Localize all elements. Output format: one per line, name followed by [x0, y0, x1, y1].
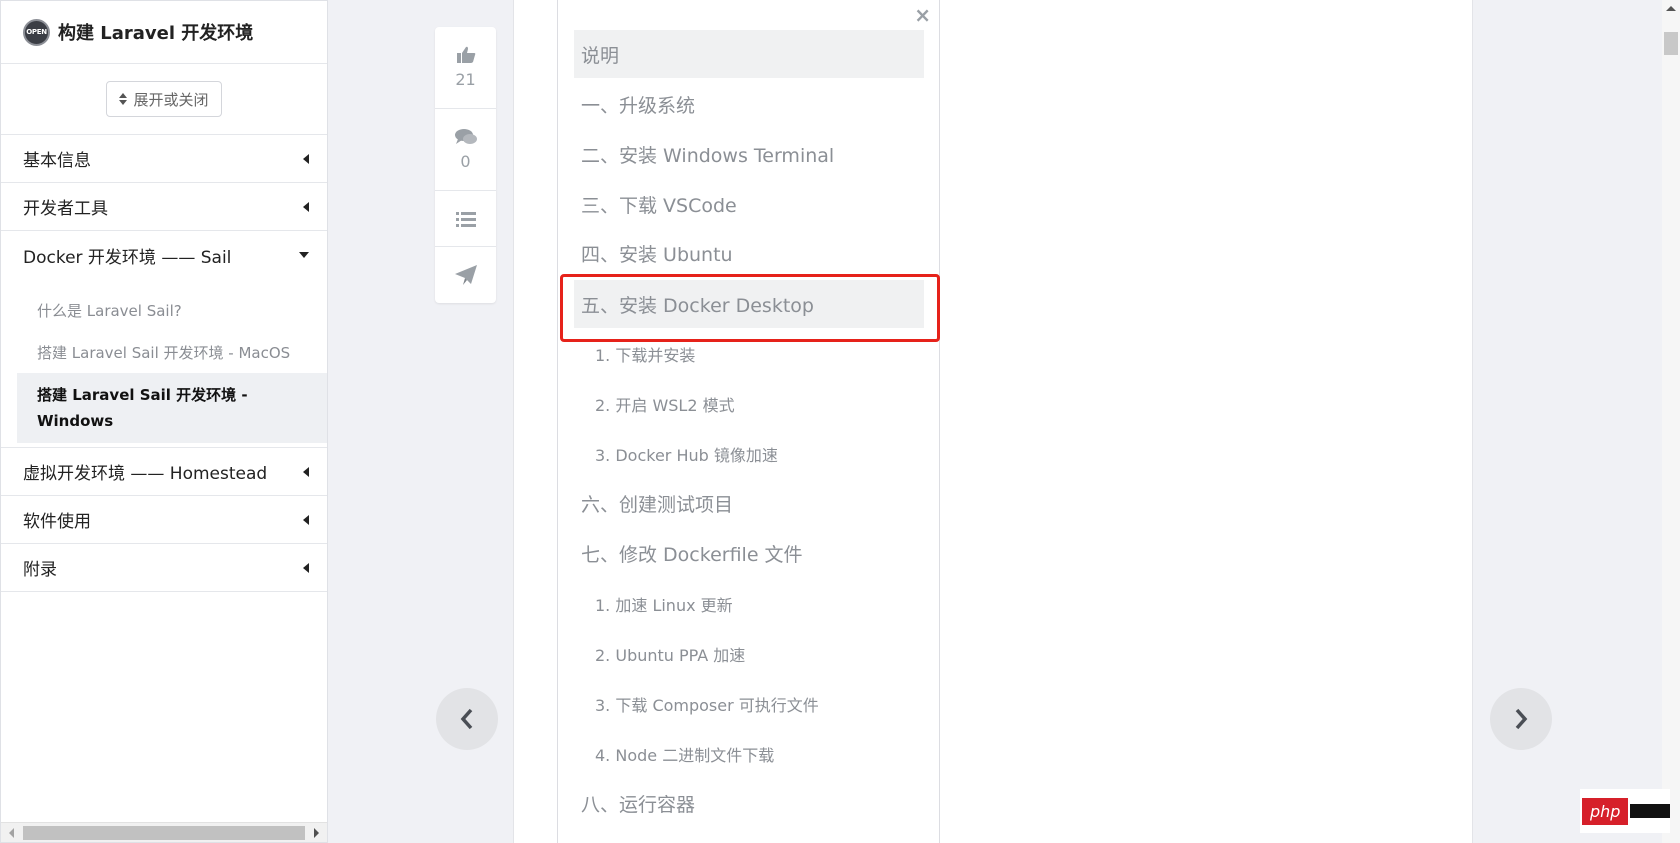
chevron-right-icon: [1515, 708, 1528, 730]
book-title[interactable]: 构建 Laravel 开发环境: [58, 19, 253, 45]
annotation-highlight-box: [560, 274, 940, 342]
toc-subitem[interactable]: 1. 加速 Linux 更新: [574, 584, 924, 624]
scroll-up-arrow-icon[interactable]: [1666, 6, 1676, 11]
article-action-bar: 21 0: [435, 27, 496, 303]
sidebar-subnav: 什么是 Laravel Sail? 搭建 Laravel Sail 开发环境 -…: [1, 289, 327, 448]
sidebar-item-homestead[interactable]: 虚拟开发环境 —— Homestead: [1, 448, 327, 496]
toc-item[interactable]: 说明: [574, 30, 924, 78]
sidebar-item-software[interactable]: 软件使用: [1, 496, 327, 544]
sidebar-subitem-what-is-sail[interactable]: 什么是 Laravel Sail?: [1, 289, 327, 331]
toc-item[interactable]: 六、创建测试项目: [574, 479, 924, 527]
scrollbar-thumb[interactable]: [1664, 32, 1678, 55]
toc-subitem[interactable]: 3. 下载 Composer 可执行文件: [574, 684, 924, 724]
php-logo: php: [1582, 797, 1629, 825]
sidebar-item-label: Docker 开发环境 —— Sail: [23, 247, 232, 268]
sidebar-item-label: 附录: [23, 560, 57, 580]
paper-plane-icon: [454, 265, 477, 285]
toc-item[interactable]: 三、下载 VSCode: [574, 180, 924, 228]
previous-page-button[interactable]: [436, 688, 498, 750]
chevron-left-icon: [460, 708, 473, 730]
sort-icon: [119, 93, 128, 105]
toc-subitem[interactable]: 4. Node 二进制文件下载: [574, 734, 924, 774]
table-of-contents-panel: × 说明 一、升级系统 二、安装 Windows Terminal 三、下载 V…: [557, 0, 940, 843]
toggle-wrap: 展开或关闭: [1, 64, 327, 135]
sidebar-subitem-sail-windows[interactable]: 搭建 Laravel Sail 开发环境 - Windows: [17, 373, 327, 443]
toc-item[interactable]: 二、安装 Windows Terminal: [574, 130, 924, 178]
close-icon[interactable]: ×: [914, 3, 931, 27]
caret-left-icon: [303, 466, 309, 477]
toc-item[interactable]: 八、运行容器: [574, 779, 924, 827]
thumbs-up-icon: [456, 46, 475, 63]
toc-button[interactable]: [435, 191, 496, 247]
caret-left-icon: [303, 153, 309, 164]
sidebar-item-label: 软件使用: [23, 512, 91, 532]
php-watermark: php: [1580, 789, 1670, 833]
comments-icon: [454, 129, 477, 144]
comment-count: 0: [460, 152, 471, 171]
like-count: 21: [455, 70, 476, 89]
logo-text: OPEN: [26, 28, 47, 36]
sidebar-subitem-sail-macos[interactable]: 搭建 Laravel Sail 开发环境 - MacOS: [1, 331, 327, 373]
sidebar-item-dev-tools[interactable]: 开发者工具: [1, 183, 327, 231]
toc-subitem[interactable]: 2. Ubuntu PPA 加速: [574, 634, 924, 674]
toc-item[interactable]: 四、安装 Ubuntu: [574, 229, 924, 277]
toc-subitem[interactable]: 2. 开启 WSL2 模式: [574, 384, 924, 424]
expand-collapse-button[interactable]: 展开或关闭: [106, 81, 222, 117]
expand-collapse-label: 展开或关闭: [133, 90, 209, 109]
sidebar-item-label: 虚拟开发环境 —— Homestead: [23, 464, 268, 484]
like-button[interactable]: 21: [435, 27, 496, 109]
sidebar-header: OPEN 构建 Laravel 开发环境: [1, 1, 327, 64]
page-vertical-scrollbar[interactable]: [1662, 0, 1680, 843]
scrollbar-thumb[interactable]: [23, 826, 305, 840]
sidebar-item-docker-sail[interactable]: Docker 开发环境 —— Sail: [1, 231, 327, 279]
toc-item[interactable]: 一、升级系统: [574, 80, 924, 128]
toc-subitem[interactable]: 3. Docker Hub 镜像加速: [574, 434, 924, 474]
sidebar-item-basic-info[interactable]: 基本信息: [1, 135, 327, 183]
php-logo-bar: [1630, 804, 1670, 818]
sidebar-horizontal-scrollbar[interactable]: [1, 822, 327, 842]
comment-button[interactable]: 0: [435, 109, 496, 191]
next-page-button[interactable]: [1490, 688, 1552, 750]
scroll-left-arrow-icon[interactable]: [9, 828, 14, 838]
caret-left-icon: [303, 562, 309, 573]
sidebar-item-label: 基本信息: [23, 151, 91, 171]
caret-down-icon: [299, 252, 309, 258]
book-logo-icon[interactable]: OPEN: [23, 18, 50, 46]
caret-left-icon: [303, 514, 309, 525]
scroll-right-arrow-icon[interactable]: [314, 828, 319, 838]
sidebar-item-label: 开发者工具: [23, 199, 108, 219]
list-icon: [455, 211, 476, 227]
share-button[interactable]: [435, 247, 496, 303]
caret-left-icon: [303, 201, 309, 212]
toc-item[interactable]: 七、修改 Dockerfile 文件: [574, 529, 924, 577]
sidebar: OPEN 构建 Laravel 开发环境 展开或关闭 基本信息 开发者工具 Do…: [0, 0, 328, 843]
sidebar-item-appendix[interactable]: 附录: [1, 544, 327, 592]
